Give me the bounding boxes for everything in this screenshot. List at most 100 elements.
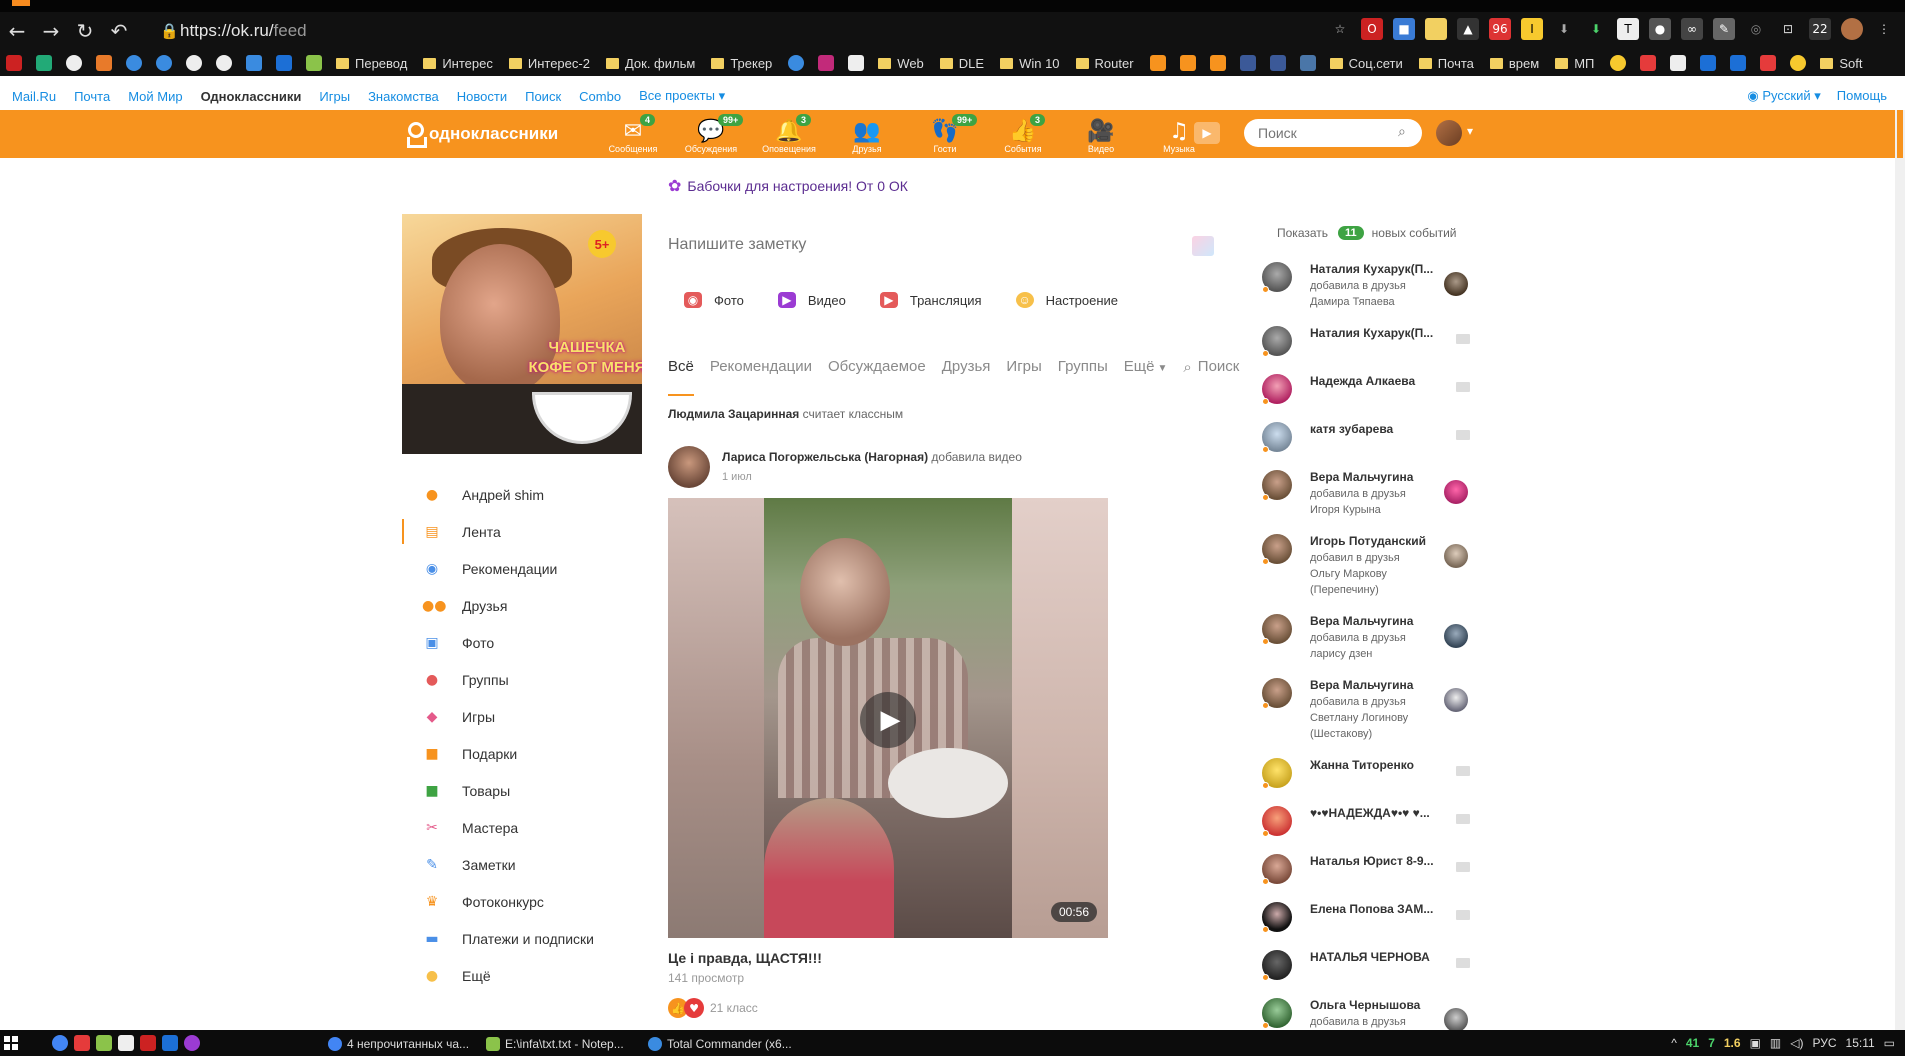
volume-icon[interactable]: ◁): [1790, 1036, 1803, 1050]
friend-added-avatar[interactable]: [1444, 272, 1468, 296]
tray-value[interactable]: 7: [1708, 1036, 1715, 1050]
bookmark-icon[interactable]: [1700, 55, 1717, 71]
task-browser[interactable]: 4 непрочитанных ча...: [328, 1034, 469, 1054]
extension-icon[interactable]: ∞: [1681, 18, 1703, 40]
caret-up-icon[interactable]: ^: [1671, 1036, 1677, 1050]
friend-added-avatar[interactable]: [1444, 624, 1468, 648]
bookmark-icon[interactable]: [156, 55, 172, 71]
download-icon[interactable]: ⬇: [1553, 18, 1575, 40]
portal-link-all-projects[interactable]: Все проекты ▾: [639, 88, 725, 104]
bookmark-folder[interactable]: Win 10: [1000, 56, 1060, 71]
video-player[interactable]: ▶ 00:56: [668, 498, 1108, 938]
tray-app-icon[interactable]: ▣: [1750, 1036, 1761, 1050]
bookmark-icon[interactable]: [1730, 55, 1747, 71]
tab-search[interactable]: ⌕ Поиск: [1183, 358, 1239, 396]
notepad-icon[interactable]: [96, 1035, 112, 1051]
help-link[interactable]: Помощь: [1837, 88, 1887, 104]
bookmark-icon[interactable]: [1269, 55, 1286, 71]
clock[interactable]: 15:11: [1846, 1036, 1875, 1050]
extension-icon[interactable]: [1425, 18, 1447, 40]
tab-games[interactable]: Игры: [1006, 358, 1041, 396]
extension-icon[interactable]: O: [1361, 18, 1383, 40]
nav-discussions[interactable]: 99+ 💬 Обсуждения: [672, 112, 750, 156]
language-select[interactable]: ◉ Русский ▾: [1747, 88, 1820, 104]
search-icon[interactable]: ⌕: [1398, 124, 1414, 140]
envelope-icon[interactable]: [1456, 382, 1470, 392]
address-bar[interactable]: https://ok.ru/feed: [180, 21, 307, 41]
download-icon[interactable]: ⬇: [1585, 18, 1607, 40]
action-mood[interactable]: ☺ Настроение: [1015, 292, 1118, 308]
menu-item-notes[interactable]: ✎ Заметки: [402, 846, 642, 883]
bookmark-folder[interactable]: Док. фильм: [605, 56, 695, 71]
menu-item-photo-contest[interactable]: ♛ Фотоконкурс: [402, 883, 642, 920]
bookmark-icon[interactable]: [1760, 55, 1777, 71]
app-icon[interactable]: [118, 1035, 134, 1051]
nav-friends[interactable]: 👥 Друзья: [828, 112, 906, 156]
portal-link-combo[interactable]: Combo: [579, 89, 621, 104]
friend-added-avatar[interactable]: [1444, 688, 1468, 712]
crop-icon[interactable]: ⊡: [1777, 18, 1799, 40]
envelope-icon[interactable]: [1456, 766, 1470, 776]
portal-link-search[interactable]: Поиск: [525, 89, 561, 104]
bookmark-folder[interactable]: DLE: [939, 56, 984, 71]
bookmark-folder[interactable]: Web: [878, 56, 924, 71]
extension-icon[interactable]: T: [1617, 18, 1639, 40]
friend-name[interactable]: НАТАЛЬЯ ЧЕРНОВА: [1310, 950, 1438, 964]
windows-start-icon[interactable]: [4, 1036, 18, 1050]
menu-item-masters[interactable]: ✂ Мастера: [402, 809, 642, 846]
envelope-icon[interactable]: [1456, 334, 1470, 344]
bookmark-icon[interactable]: [36, 55, 52, 71]
friend-name[interactable]: ♥•♥НАДЕЖДА♥•♥ ♥...: [1310, 806, 1438, 820]
extension-icon[interactable]: 96: [1489, 18, 1511, 40]
bookmark-folder[interactable]: Router: [1075, 56, 1134, 71]
friend-added-avatar[interactable]: [1444, 480, 1468, 504]
menu-item-photos[interactable]: ▣ Фото: [402, 624, 642, 661]
wrench-icon[interactable]: ✎: [1713, 18, 1735, 40]
tab-groups[interactable]: Группы: [1058, 358, 1108, 396]
portal-link-mail[interactable]: Почта: [74, 89, 110, 104]
bookmark-icon[interactable]: [848, 55, 865, 71]
bookmark-icon[interactable]: [1670, 55, 1687, 71]
tab-more[interactable]: Ещё ▼: [1124, 358, 1168, 396]
portal-link-news[interactable]: Новости: [457, 89, 507, 104]
app-icon[interactable]: [74, 1035, 90, 1051]
bookmark-icon[interactable]: [1209, 55, 1226, 71]
envelope-icon[interactable]: [1456, 430, 1470, 440]
globe-icon[interactable]: ◎: [1745, 18, 1767, 40]
active-tab-indicator[interactable]: [12, 0, 30, 6]
ok-search-input[interactable]: [1244, 119, 1422, 147]
bookmark-folder[interactable]: врем: [1489, 56, 1539, 71]
action-video[interactable]: ▶ Видео: [777, 292, 846, 308]
menu-item-gifts[interactable]: ■ Подарки: [402, 735, 642, 772]
task-total-commander[interactable]: Total Commander (x6...: [648, 1034, 792, 1054]
bookmark-icon[interactable]: [246, 55, 262, 71]
bookmark-icon[interactable]: [216, 55, 232, 71]
bookmark-icon[interactable]: [306, 55, 322, 71]
notifications-icon[interactable]: ▭: [1884, 1036, 1895, 1050]
lock-icon[interactable]: 🔒: [160, 22, 180, 40]
bookmark-icon[interactable]: [96, 55, 112, 71]
nav-video[interactable]: 🎥 Видео: [1062, 112, 1140, 156]
bookmark-icon[interactable]: [1610, 55, 1627, 71]
bookmark-icon[interactable]: [6, 55, 22, 71]
extension-icon[interactable]: ▲: [1457, 18, 1479, 40]
profile-photo[interactable]: ЧАШЕЧКА КОФЕ ОТ МЕНЯ 5+: [402, 214, 642, 454]
bookmark-folder[interactable]: МП: [1555, 56, 1594, 71]
app-icon[interactable]: [140, 1035, 156, 1051]
scrollbar-thumb[interactable]: [1897, 110, 1903, 158]
friend-name[interactable]: Наталия Кухарук(П...: [1310, 326, 1438, 340]
menu-item-profile[interactable]: ● Андрей shim: [402, 476, 642, 513]
portal-link-my-world[interactable]: Мой Мир: [128, 89, 182, 104]
menu-item-groups[interactable]: ● Группы: [402, 661, 642, 698]
star-icon[interactable]: ☆: [1329, 18, 1351, 40]
app-icon[interactable]: [162, 1035, 178, 1051]
note-decoration-icon[interactable]: [1192, 236, 1214, 256]
portal-link-mailru[interactable]: Mail.Ru: [12, 89, 56, 104]
friend-name[interactable]: Наталья Юрист 8-9...: [1310, 854, 1438, 868]
extension-icon[interactable]: ●: [1649, 18, 1671, 40]
language-indicator[interactable]: РУС: [1812, 1036, 1836, 1050]
bookmark-icon[interactable]: [186, 55, 202, 71]
new-events-bar[interactable]: Показать 11 новых событий: [1277, 226, 1457, 240]
bookmark-icon[interactable]: [66, 55, 82, 71]
friend-name[interactable]: Жанна Титоренко: [1310, 758, 1438, 772]
